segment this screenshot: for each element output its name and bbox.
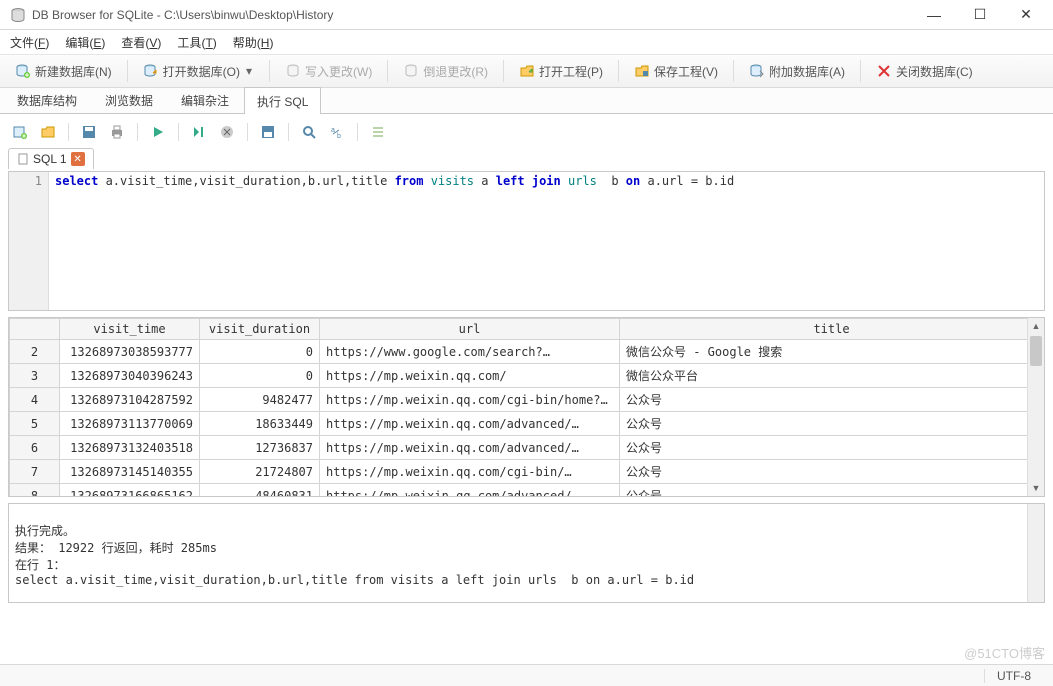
revert-changes-icon xyxy=(403,63,419,79)
main-tabs: 数据库结构 浏览数据 编辑杂注 执行 SQL xyxy=(0,88,1053,114)
menu-help[interactable]: 帮助(H) xyxy=(229,32,278,53)
sql-tab-label: SQL 1 xyxy=(33,152,67,166)
scroll-thumb[interactable] xyxy=(1030,336,1042,366)
results-table[interactable]: visit_time visit_duration url title 2 13… xyxy=(9,318,1044,497)
write-changes-icon xyxy=(285,63,301,79)
save-project-button[interactable]: 保存工程(V) xyxy=(625,59,727,84)
find-button[interactable] xyxy=(297,121,321,143)
menu-view[interactable]: 查看(V) xyxy=(117,32,165,53)
open-database-button[interactable]: 打开数据库(O) ▾ xyxy=(134,59,263,84)
stop-button[interactable] xyxy=(215,121,239,143)
document-icon xyxy=(17,153,29,165)
indent-button[interactable] xyxy=(366,121,390,143)
attach-database-icon xyxy=(749,63,765,79)
table-row[interactable]: 8 13268973166865162 48460831 https://mp.… xyxy=(10,484,1044,498)
app-icon xyxy=(10,7,26,23)
attach-database-button[interactable]: 附加数据库(A) xyxy=(740,59,854,84)
table-row[interactable]: 7 13268973145140355 21724807 https://mp.… xyxy=(10,460,1044,484)
new-database-icon xyxy=(15,63,31,79)
open-project-button[interactable]: 打开工程(P) xyxy=(510,59,612,84)
sql-editor[interactable]: 1 select a.visit_time,visit_duration,b.u… xyxy=(8,171,1045,311)
window-titlebar: DB Browser for SQLite - C:\Users\binwu\D… xyxy=(0,0,1053,30)
execute-line-button[interactable] xyxy=(187,121,211,143)
tab-execute-sql[interactable]: 执行 SQL xyxy=(244,87,321,114)
menu-bar: 文件(F) 编辑(E) 查看(V) 工具(T) 帮助(H) xyxy=(0,30,1053,54)
sql-tab-1[interactable]: SQL 1 ✕ xyxy=(8,148,94,169)
save-results-button[interactable] xyxy=(256,121,280,143)
menu-tools[interactable]: 工具(T) xyxy=(173,32,220,53)
table-row[interactable]: 5 13268973113770069 18633449 https://mp.… xyxy=(10,412,1044,436)
col-visit-duration[interactable]: visit_duration xyxy=(200,319,320,340)
execution-log[interactable]: 执行完成。 结果： 12922 行返回，耗时 285ms 在行 1： selec… xyxy=(8,503,1045,603)
save-sql-button[interactable] xyxy=(77,121,101,143)
watermark: @51CTO博客 xyxy=(964,643,1045,662)
table-row[interactable]: 6 13268973132403518 12736837 https://mp.… xyxy=(10,436,1044,460)
table-row[interactable]: 3 13268973040396243 0 https://mp.weixin.… xyxy=(10,364,1044,388)
table-row[interactable]: 2 13268973038593777 0 https://www.google… xyxy=(10,340,1044,364)
close-tab-button[interactable]: ✕ xyxy=(71,152,85,166)
print-button[interactable] xyxy=(105,121,129,143)
results-panel: visit_time visit_duration url title 2 13… xyxy=(8,317,1045,497)
tab-database-structure[interactable]: 数据库结构 xyxy=(4,86,90,113)
results-scrollbar[interactable]: ▲ ▼ xyxy=(1027,318,1044,496)
new-database-button[interactable]: 新建数据库(N) xyxy=(6,59,121,84)
col-url[interactable]: url xyxy=(320,319,620,340)
tab-browse-data[interactable]: 浏览数据 xyxy=(92,86,166,113)
menu-file[interactable]: 文件(F) xyxy=(6,32,53,53)
open-database-dropdown[interactable]: ▾ xyxy=(244,64,254,78)
col-visit-time[interactable]: visit_time xyxy=(60,319,200,340)
line-gutter: 1 xyxy=(9,172,49,310)
open-sql-file-button[interactable] xyxy=(36,121,60,143)
close-database-icon xyxy=(876,63,892,79)
minimize-button[interactable]: — xyxy=(911,0,957,30)
scroll-down-icon[interactable]: ▼ xyxy=(1028,480,1044,496)
log-scrollbar[interactable] xyxy=(1027,504,1044,602)
maximize-button[interactable]: ☐ xyxy=(957,0,1003,30)
open-project-icon xyxy=(519,63,535,79)
sql-code-area[interactable]: select a.visit_time,visit_duration,b.url… xyxy=(49,172,1044,310)
tab-edit-pragmas[interactable]: 编辑杂注 xyxy=(168,86,242,113)
sql-toolbar: ab xyxy=(4,118,1049,146)
table-header-row: visit_time visit_duration url title xyxy=(10,319,1044,340)
close-button[interactable]: ✕ xyxy=(1003,0,1049,30)
window-title: DB Browser for SQLite - C:\Users\binwu\D… xyxy=(32,8,911,22)
col-title[interactable]: title xyxy=(620,319,1044,340)
svg-text:b: b xyxy=(337,133,341,140)
find-replace-button[interactable]: ab xyxy=(325,121,349,143)
revert-changes-button[interactable]: 倒退更改(R) xyxy=(394,59,497,84)
status-bar: UTF-8 xyxy=(0,664,1053,686)
encoding-indicator[interactable]: UTF-8 xyxy=(984,669,1043,683)
table-row[interactable]: 4 13268973104287592 9482477 https://mp.w… xyxy=(10,388,1044,412)
new-tab-button[interactable] xyxy=(8,121,32,143)
close-database-button[interactable]: 关闭数据库(C) xyxy=(867,59,982,84)
write-changes-button[interactable]: 写入更改(W) xyxy=(276,59,381,84)
save-project-icon xyxy=(634,63,650,79)
execute-all-button[interactable] xyxy=(146,121,170,143)
menu-edit[interactable]: 编辑(E) xyxy=(61,32,109,53)
main-toolbar: 新建数据库(N) 打开数据库(O) ▾ 写入更改(W) 倒退更改(R) 打开工程… xyxy=(0,54,1053,88)
open-database-icon xyxy=(143,63,159,79)
scroll-up-icon[interactable]: ▲ xyxy=(1028,318,1044,334)
